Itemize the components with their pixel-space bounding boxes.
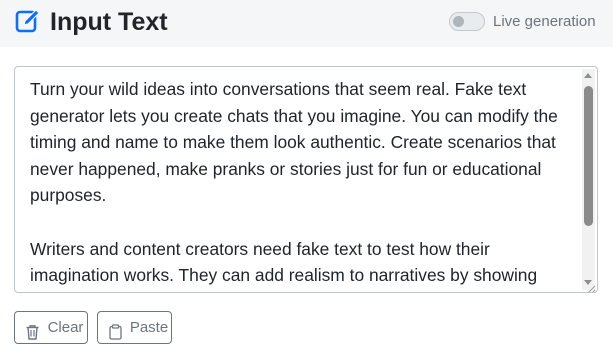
page-title: Input Text bbox=[50, 8, 168, 36]
input-text-header: Input Text Live generation bbox=[0, 0, 613, 47]
resize-grip-icon[interactable] bbox=[586, 281, 596, 292]
clipboard-icon bbox=[108, 320, 123, 340]
clear-button[interactable]: Clear bbox=[14, 311, 88, 344]
paste-button-label: Paste bbox=[129, 319, 169, 336]
trash-icon bbox=[25, 320, 40, 340]
live-generation-toggle[interactable] bbox=[449, 12, 485, 31]
paste-button[interactable]: Paste bbox=[97, 311, 172, 344]
input-textarea[interactable]: Turn your wild ideas into conversations … bbox=[14, 66, 598, 293]
edit-icon bbox=[15, 8, 41, 34]
clear-button-label: Clear bbox=[47, 319, 84, 336]
scrollbar-thumb[interactable] bbox=[584, 86, 593, 226]
textarea-scrollbar[interactable] bbox=[582, 69, 595, 290]
toggle-knob bbox=[453, 16, 464, 27]
input-text-content[interactable]: Turn your wild ideas into conversations … bbox=[30, 76, 578, 289]
scroll-up-arrow-icon[interactable] bbox=[584, 73, 592, 78]
live-generation-label: Live generation bbox=[493, 13, 596, 30]
